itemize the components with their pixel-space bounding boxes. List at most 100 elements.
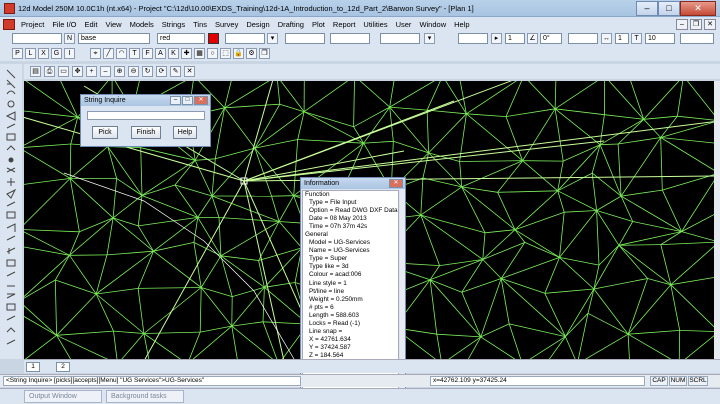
- string-inquire-field[interactable]: [87, 111, 205, 120]
- circle-icon[interactable]: ○: [207, 48, 218, 59]
- lock-icon[interactable]: 🔒: [233, 48, 244, 59]
- copy-icon[interactable]: ❐: [259, 48, 270, 59]
- zoom-out-icon[interactable]: –: [100, 66, 111, 77]
- angle-field[interactable]: 0°: [540, 33, 562, 44]
- plot-icon[interactable]: ⎙: [44, 66, 55, 77]
- linestyle-field[interactable]: [225, 33, 265, 44]
- fit-icon[interactable]: ▭: [58, 66, 69, 77]
- string-inquire-dialog: String Inquire – □ ✕ Pick Finish Help: [80, 94, 211, 147]
- redraw-icon[interactable]: ⟳: [156, 66, 167, 77]
- menu-plot[interactable]: Plot: [308, 20, 329, 29]
- edit-icon[interactable]: ✎: [170, 66, 181, 77]
- minimize-button[interactable]: –: [636, 0, 658, 16]
- menu-utilities[interactable]: Utilities: [359, 20, 391, 29]
- tab-view-1[interactable]: 1: [26, 362, 40, 372]
- select-icon[interactable]: ⬚: [220, 48, 231, 59]
- tab-view-2[interactable]: 2: [56, 362, 70, 372]
- model-button[interactable]: N: [64, 33, 75, 44]
- background-tasks-tab[interactable]: Background tasks: [106, 390, 184, 403]
- menu-models[interactable]: Models: [126, 20, 158, 29]
- info-line: Name = UG-Services: [309, 247, 370, 255]
- command-bar: <String Inquire> [picks][accepts][Menu] …: [0, 374, 720, 387]
- close-view-icon[interactable]: ✕: [184, 66, 195, 77]
- menu-strings[interactable]: Strings: [158, 20, 189, 29]
- text-tool-button[interactable]: T: [631, 33, 642, 44]
- angle-tool-icon: [6, 223, 16, 232]
- help-button[interactable]: Help: [173, 126, 197, 139]
- zoom-window-icon[interactable]: ⊕: [114, 66, 125, 77]
- filter-x-button[interactable]: X: [38, 48, 49, 59]
- output-window-tab[interactable]: Output Window: [24, 390, 102, 403]
- text-height-field[interactable]: 10: [645, 33, 675, 44]
- string-inquire-minimize-button[interactable]: –: [170, 96, 181, 105]
- tool-palette-icons[interactable]: [0, 64, 22, 359]
- filter-l-button[interactable]: L: [25, 48, 36, 59]
- menu-view[interactable]: View: [101, 20, 125, 29]
- window-title: 12d Model 250M 10.0C1h (nt.x64) - Projec…: [18, 3, 474, 13]
- pan-icon[interactable]: ✥: [72, 66, 83, 77]
- text-size-field[interactable]: [458, 33, 488, 44]
- string-name-field[interactable]: base: [78, 33, 150, 44]
- menu-bar: Project File I/O Edit View Models String…: [0, 17, 720, 31]
- information-close-button[interactable]: ✕: [389, 179, 403, 188]
- angle-icon[interactable]: ∠: [527, 33, 538, 44]
- finish-button[interactable]: Finish: [131, 126, 161, 139]
- grid-icon[interactable]: ▦: [194, 48, 205, 59]
- colour-field[interactable]: red: [157, 33, 205, 44]
- child-close-button[interactable]: ✕: [704, 18, 716, 30]
- info-line: Y = 37424.587: [309, 343, 351, 351]
- zoom-extent-icon[interactable]: ⊖: [128, 66, 139, 77]
- menu-file-io[interactable]: File I/O: [48, 20, 80, 29]
- child-restore-button[interactable]: ❐: [690, 18, 702, 30]
- pick-button[interactable]: Pick: [92, 126, 118, 139]
- align-icon[interactable]: ↔: [601, 33, 612, 44]
- model-field[interactable]: [12, 33, 62, 44]
- menu-design[interactable]: Design: [242, 20, 273, 29]
- filter-a-button[interactable]: A: [155, 48, 166, 59]
- filter-f-button[interactable]: F: [142, 48, 153, 59]
- settings-icon[interactable]: ⚙: [246, 48, 257, 59]
- menu-drafting[interactable]: Drafting: [274, 20, 308, 29]
- arrow-icon[interactable]: ▸: [491, 33, 502, 44]
- arc-icon[interactable]: ◠: [116, 48, 127, 59]
- string-inquire-title: String Inquire: [84, 97, 126, 104]
- snap-icon[interactable]: ✚: [181, 48, 192, 59]
- style-field[interactable]: [330, 33, 370, 44]
- menu-edit[interactable]: Edit: [81, 20, 102, 29]
- height-pick-icon[interactable]: ▾: [424, 33, 435, 44]
- menu-report[interactable]: Report: [329, 20, 360, 29]
- factor-field[interactable]: 1: [505, 33, 525, 44]
- weight-field[interactable]: [285, 33, 325, 44]
- close-button[interactable]: ✕: [680, 0, 716, 16]
- menu-window[interactable]: Window: [415, 20, 450, 29]
- menu-survey[interactable]: Survey: [211, 20, 242, 29]
- menu-user[interactable]: User: [392, 20, 416, 29]
- maximize-button[interactable]: □: [658, 0, 680, 16]
- menu-help[interactable]: Help: [450, 20, 473, 29]
- string-inquire-maximize-button[interactable]: □: [182, 96, 193, 105]
- plan-view-icon[interactable]: [3, 18, 15, 30]
- filter-k-button[interactable]: K: [168, 48, 179, 59]
- filter-p-button[interactable]: P: [12, 48, 23, 59]
- filter-t-button[interactable]: T: [129, 48, 140, 59]
- font-field[interactable]: [680, 33, 714, 44]
- selection-toolbar: P L X G I ⌖ ╱ ◠ T F A K ✚ ▦ ○ ⬚ 🔒 ⚙ ❐: [0, 46, 720, 61]
- rotate-icon[interactable]: ↻: [142, 66, 153, 77]
- view-properties-icon[interactable]: ▤: [30, 66, 41, 77]
- justify-field[interactable]: [568, 33, 598, 44]
- menu-tins[interactable]: Tins: [189, 20, 211, 29]
- child-minimize-button[interactable]: –: [676, 18, 688, 30]
- menu-project[interactable]: Project: [17, 20, 48, 29]
- height-field[interactable]: [380, 33, 420, 44]
- line-icon[interactable]: ╱: [103, 48, 114, 59]
- offset-field[interactable]: 1: [615, 33, 629, 44]
- vertical-scrollbar[interactable]: [714, 81, 720, 359]
- filter-i-button[interactable]: I: [64, 48, 75, 59]
- linestyle-dropdown-icon[interactable]: ▾: [267, 33, 278, 44]
- string-inquire-close-button[interactable]: ✕: [194, 96, 208, 105]
- colour-swatch[interactable]: [208, 33, 219, 44]
- filter-g-button[interactable]: G: [51, 48, 62, 59]
- zoom-in-icon[interactable]: +: [86, 66, 97, 77]
- node-icon[interactable]: ⌖: [90, 48, 101, 59]
- info-line: Type = Super: [309, 255, 348, 263]
